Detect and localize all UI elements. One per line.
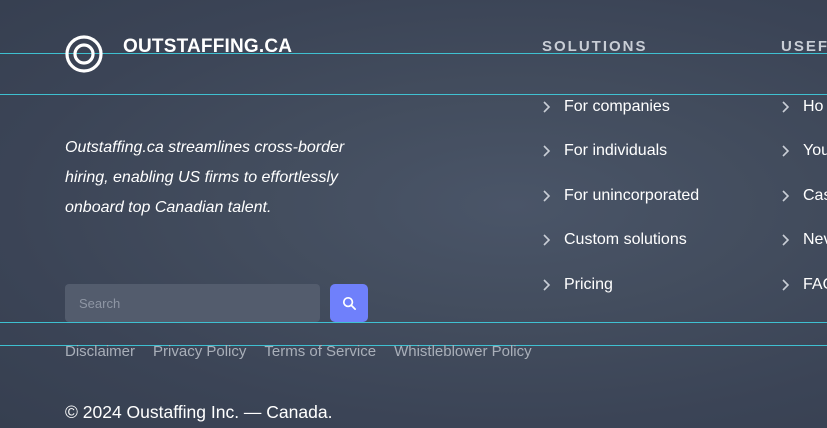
- link-label: Custom solutions: [564, 231, 687, 249]
- search-icon: [342, 296, 356, 310]
- list-item: For companies: [541, 90, 699, 135]
- solutions-link-custom-solutions[interactable]: Custom solutions: [541, 228, 687, 252]
- list-item: Nev: [780, 224, 827, 269]
- link-label: FAQ: [803, 275, 827, 293]
- link-label: Ho: [803, 97, 824, 115]
- guide-line-lower: [0, 322, 827, 323]
- legal-links: Disclaimer Privacy Policy Terms of Servi…: [65, 343, 550, 360]
- link-label: Pricing: [564, 275, 613, 293]
- list-item: Ho: [780, 90, 827, 135]
- solutions-link-for-unincorporated[interactable]: For unincorporated: [541, 184, 699, 208]
- list-item: For unincorporated: [541, 179, 699, 224]
- chevron-right-icon: [782, 279, 790, 291]
- useful-link-faq[interactable]: FAQ: [780, 273, 827, 297]
- chevron-right-icon: [782, 145, 790, 157]
- concentric-ring-logo-icon: [65, 35, 103, 73]
- useful-heading: USEF: [781, 38, 827, 55]
- list-item: FAQ: [780, 268, 827, 313]
- solutions-heading: SOLUTIONS: [542, 38, 648, 55]
- chevron-right-icon: [543, 234, 551, 246]
- solutions-link-list: For companies For individuals For uninco…: [541, 90, 699, 313]
- brand-name: OUTSTAFFING.CA: [123, 36, 293, 57]
- terms-of-service-link[interactable]: Terms of Service: [264, 343, 376, 360]
- solutions-link-for-individuals[interactable]: For individuals: [541, 139, 667, 163]
- brand-home-link[interactable]: OUTSTAFFING.CA: [64, 34, 292, 74]
- chevron-right-icon: [782, 234, 790, 246]
- link-label: For individuals: [564, 142, 668, 160]
- search-input[interactable]: [65, 284, 320, 322]
- disclaimer-link[interactable]: Disclaimer: [65, 343, 135, 360]
- chevron-right-icon: [543, 279, 551, 291]
- chevron-right-icon: [782, 190, 790, 202]
- useful-link-1[interactable]: Ho: [780, 95, 823, 119]
- search-button[interactable]: [330, 284, 368, 322]
- list-item: Cas: [780, 179, 827, 224]
- solutions-link-for-companies[interactable]: For companies: [541, 95, 670, 119]
- chevron-right-icon: [543, 101, 551, 113]
- privacy-policy-link[interactable]: Privacy Policy: [153, 343, 246, 360]
- list-item: You: [780, 135, 827, 180]
- link-label: You: [803, 142, 827, 160]
- useful-link-list: Ho You Cas Nev FAQ: [780, 90, 827, 313]
- list-item: Custom solutions: [541, 224, 699, 269]
- link-label: Nev: [803, 231, 827, 249]
- whistleblower-policy-link[interactable]: Whistleblower Policy: [394, 343, 532, 360]
- guide-line-upper: [0, 94, 827, 95]
- chevron-right-icon: [782, 101, 790, 113]
- useful-link-3[interactable]: Cas: [780, 184, 827, 208]
- chevron-right-icon: [543, 190, 551, 202]
- list-item: Pricing: [541, 268, 699, 313]
- chevron-right-icon: [543, 145, 551, 157]
- link-label: For companies: [564, 97, 670, 115]
- copyright-notice: © 2024 Oustaffing Inc. — Canada.: [65, 402, 333, 422]
- useful-link-2[interactable]: You: [780, 139, 827, 163]
- useful-link-4[interactable]: Nev: [780, 228, 827, 252]
- footer-tagline: Outstaffing.ca streamlines cross-border …: [65, 139, 345, 216]
- link-label: Cas: [803, 186, 827, 204]
- link-label: For unincorporated: [564, 186, 700, 204]
- list-item: For individuals: [541, 135, 699, 180]
- solutions-link-pricing[interactable]: Pricing: [541, 273, 613, 297]
